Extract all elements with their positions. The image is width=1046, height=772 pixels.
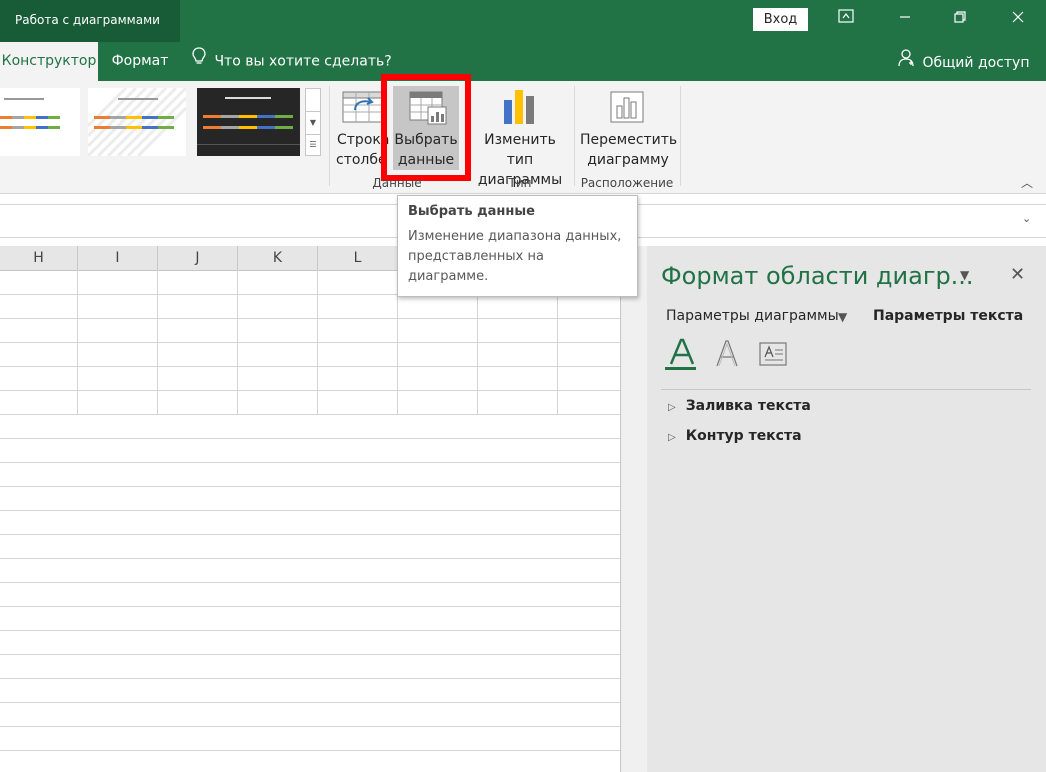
section-text-outline-label: Контур текста (685, 428, 802, 444)
pane-close-icon[interactable]: ✕ (1010, 264, 1025, 285)
group-label-data: Данные (372, 176, 422, 190)
gallery-scroll-down-icon[interactable]: ▼ (306, 112, 320, 135)
ribbon-display-icon[interactable] (831, 6, 861, 32)
chart-options-dropdown-icon[interactable]: ▼ (838, 310, 847, 324)
grid-row-line (0, 726, 620, 727)
switch-row-column-line1: Строка (337, 132, 390, 148)
gallery-more-icon[interactable]: ☰ (306, 135, 320, 155)
formula-bar-expand-icon[interactable]: ⌄ (1022, 212, 1031, 225)
change-chart-type-icon (500, 88, 540, 126)
column-header-h[interactable]: H (0, 246, 78, 270)
group-separator (329, 86, 330, 186)
grid-row-line (0, 630, 620, 631)
tab-chart-options[interactable]: Параметры диаграммы (666, 308, 839, 324)
lightbulb-icon (192, 42, 206, 81)
textbox-icon[interactable] (758, 341, 788, 367)
section-text-fill-label: Заливка текста (685, 398, 811, 414)
move-chart-line2: диаграмму (587, 152, 669, 168)
move-chart-icon (607, 88, 647, 126)
gallery-scroll[interactable]: ▼ ☰ (305, 88, 321, 156)
grid-col-line (317, 270, 318, 415)
grid-col-line (157, 270, 158, 415)
grid-row-line (0, 678, 620, 679)
tell-me-label: Что вы хотите сделать? (214, 53, 392, 70)
switch-row-column-button[interactable]: Строка столбе (333, 130, 390, 170)
grid-row-line (0, 702, 620, 703)
expand-arrow-icon: ▷ (668, 432, 676, 443)
tab-format[interactable]: Формат (98, 42, 182, 81)
group-label-type: Тип (508, 176, 532, 190)
grid-row-line (0, 510, 620, 511)
person-icon (898, 42, 914, 84)
column-header-k[interactable]: K (238, 246, 318, 270)
format-chart-area-pane (647, 246, 1046, 772)
minimize-icon[interactable] (890, 6, 920, 32)
move-chart-button[interactable]: Переместить диаграмму (580, 130, 678, 170)
chart-tools-label: Работа с диаграммами (0, 0, 180, 42)
group-label-location: Расположение (580, 176, 674, 190)
vertical-scrollbar[interactable] (620, 246, 647, 772)
column-header-j[interactable]: J (158, 246, 238, 270)
grid-row-line (0, 390, 620, 391)
signin-button[interactable]: Вход (753, 8, 808, 31)
chart-style-thumb-2[interactable] (86, 86, 188, 158)
tell-me-search[interactable]: Что вы хотите сделать? (192, 42, 392, 81)
section-text-fill[interactable]: ▷ Заливка текста (668, 398, 811, 414)
column-header-l[interactable]: L (318, 246, 398, 270)
grid-col-line (77, 270, 78, 415)
section-text-outline[interactable]: ▷ Контур текста (668, 428, 802, 444)
pane-options-dropdown-icon[interactable]: ▼ (960, 268, 969, 282)
close-icon[interactable] (1003, 6, 1033, 32)
grid-row-line (0, 606, 620, 607)
move-chart-line1: Переместить (580, 132, 678, 148)
column-header-i[interactable]: I (78, 246, 158, 270)
grid-row-line (0, 438, 620, 439)
tab-text-options[interactable]: Параметры текста (873, 308, 1023, 324)
grid-row-line (0, 582, 620, 583)
select-data-tooltip: Выбрать данные Изменение диапазона данны… (397, 195, 638, 297)
chart-style-thumb-3[interactable] (197, 88, 300, 156)
grid-row-line (0, 654, 620, 655)
tab-design[interactable]: Конструктор (0, 42, 98, 81)
grid-row-line (0, 558, 620, 559)
restore-icon[interactable] (945, 6, 975, 32)
pane-divider (661, 389, 1031, 390)
collapse-ribbon-icon[interactable]: ︿ (1021, 174, 1033, 191)
grid-row-line (0, 486, 620, 487)
grid-row-line (0, 750, 620, 751)
expand-arrow-icon: ▷ (668, 402, 676, 413)
selected-icon-underline (665, 367, 696, 370)
text-fill-outline-icon[interactable] (667, 338, 697, 368)
grid-col-line (237, 270, 238, 415)
change-chart-type-line1: Изменить тип (484, 132, 556, 168)
group-separator (574, 86, 575, 186)
tooltip-body: Изменение диапазона данных, представленн… (408, 229, 622, 284)
switch-row-column-line2: столбе (336, 152, 387, 168)
pane-title: Формат области диагр... (661, 262, 974, 290)
grid-row-line (0, 318, 620, 319)
group-separator (680, 86, 681, 186)
grid-row-line (0, 366, 620, 367)
highlight-box (381, 74, 471, 181)
grid-row-line (0, 534, 620, 535)
gallery-scroll-up-icon[interactable] (306, 89, 320, 112)
share-label: Общий доступ (922, 55, 1030, 71)
share-button[interactable]: Общий доступ (898, 42, 1029, 84)
worksheet-grid[interactable] (0, 270, 620, 772)
chart-style-thumb-1[interactable] (0, 88, 80, 156)
tooltip-title: Выбрать данные (408, 204, 535, 219)
text-effects-icon[interactable] (712, 338, 742, 370)
grid-row-line (0, 342, 620, 343)
grid-row-line (0, 462, 620, 463)
grid-row-line (0, 414, 620, 415)
